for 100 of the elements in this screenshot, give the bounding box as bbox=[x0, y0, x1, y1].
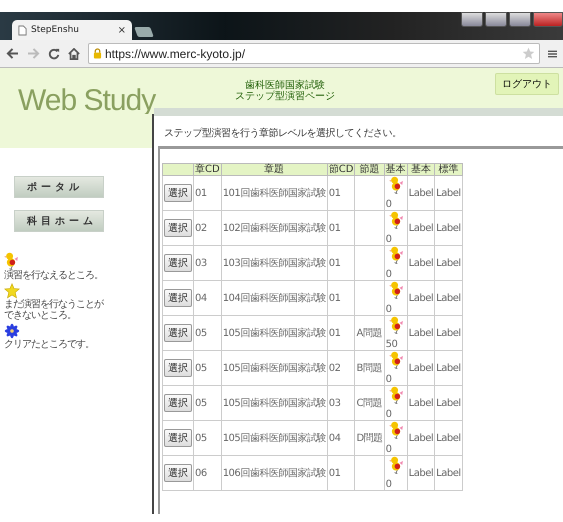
table-cell: Label bbox=[436, 292, 461, 304]
browser-tab[interactable]: StepEnshu × bbox=[12, 20, 132, 40]
chick-icon bbox=[388, 211, 403, 229]
score-value: 0 bbox=[386, 445, 392, 455]
score-value: 0 bbox=[386, 305, 392, 315]
back-icon[interactable] bbox=[6, 48, 19, 59]
table-cell: 01 bbox=[328, 188, 341, 198]
chick-icon bbox=[388, 456, 403, 474]
close-button[interactable] bbox=[533, 12, 563, 27]
table-cell: 05 bbox=[195, 432, 207, 444]
column-header: 基本 bbox=[386, 164, 406, 175]
column-header: 節CD bbox=[328, 164, 354, 175]
table-cell: Label bbox=[436, 188, 461, 198]
table-cell: 01 bbox=[195, 188, 207, 198]
table-cell: 105回歯科医師国家試験 bbox=[222, 363, 326, 374]
reload-icon[interactable] bbox=[48, 48, 60, 60]
instruction-text: ステップ型演習を行う章節レベルを選択してください。 bbox=[164, 126, 402, 140]
column-header: 章CD bbox=[195, 164, 220, 175]
select-button[interactable]: 選択 bbox=[164, 184, 192, 202]
table-cell: 05 bbox=[195, 328, 207, 338]
chick-icon bbox=[388, 246, 403, 264]
tab-close-button[interactable]: × bbox=[118, 24, 126, 36]
new-tab-button[interactable] bbox=[134, 27, 154, 37]
column-header: 基本 bbox=[410, 164, 431, 175]
tab-title: StepEnshu bbox=[31, 25, 80, 35]
column-header: 標準 bbox=[438, 164, 458, 175]
table-cell: Label bbox=[408, 292, 434, 304]
chick-icon bbox=[388, 176, 403, 194]
select-button[interactable]: 選択 bbox=[164, 464, 192, 482]
select-button[interactable]: 選択 bbox=[164, 324, 192, 342]
table-cell: Label bbox=[408, 398, 434, 408]
page-title: ステップ型演習ページ bbox=[235, 91, 336, 102]
table-cell: 03 bbox=[328, 398, 341, 408]
maximize-button[interactable] bbox=[509, 12, 531, 27]
chick-icon bbox=[388, 351, 403, 369]
site-logo: Web Study bbox=[18, 86, 156, 116]
score-value: 0 bbox=[386, 200, 392, 210]
score-value: 0 bbox=[386, 480, 392, 490]
table-cell: Label bbox=[436, 258, 461, 268]
table-cell: 01 bbox=[328, 468, 341, 478]
table-cell: 105回歯科医師国家試験 bbox=[222, 433, 326, 444]
chick-icon bbox=[388, 421, 403, 439]
table-cell: Label bbox=[436, 468, 461, 478]
table-cell: 01 bbox=[328, 328, 341, 338]
chick-icon bbox=[388, 316, 403, 334]
table-cell: 01 bbox=[328, 292, 341, 304]
table-cell: Label bbox=[408, 328, 434, 338]
table-cell: D問題 bbox=[356, 433, 383, 444]
table-cell: Label bbox=[436, 328, 461, 338]
chick-icon bbox=[388, 281, 403, 299]
table-cell: 05 bbox=[195, 362, 207, 374]
lock-icon bbox=[93, 48, 102, 59]
home-icon[interactable] bbox=[68, 48, 80, 60]
table-cell: Label bbox=[408, 222, 434, 234]
star-icon bbox=[4, 283, 20, 299]
table-cell: 04 bbox=[328, 432, 341, 444]
select-button[interactable]: 選択 bbox=[164, 254, 192, 272]
select-button[interactable]: 選択 bbox=[164, 219, 192, 237]
table-cell: Label bbox=[408, 188, 434, 198]
table-cell: B問題 bbox=[356, 363, 382, 374]
address-bar[interactable]: https://www.merc-kyoto.jp/ bbox=[88, 43, 540, 64]
minimize-button[interactable] bbox=[485, 12, 507, 27]
score-value: 0 bbox=[386, 270, 392, 280]
select-button[interactable]: 選択 bbox=[164, 289, 192, 307]
user-button[interactable] bbox=[461, 12, 483, 27]
table-cell: 02 bbox=[195, 222, 207, 234]
table-cell: Label bbox=[436, 432, 461, 444]
score-value: 0 bbox=[386, 235, 392, 245]
table-cell: Label bbox=[408, 362, 434, 374]
table-cell: 104回歯科医師国家試験 bbox=[222, 293, 326, 304]
legend-text: 演習を行なえるところ。 bbox=[4, 270, 104, 281]
table-cell: 105回歯科医師国家試験 bbox=[222, 328, 326, 339]
score-value: 50 bbox=[386, 340, 398, 350]
select-button[interactable]: 選択 bbox=[164, 359, 192, 377]
star-icon[interactable] bbox=[522, 47, 535, 60]
table-cell: Label bbox=[436, 398, 461, 408]
table-cell: 02 bbox=[328, 362, 341, 374]
column-header: 章題 bbox=[264, 164, 284, 175]
select-button[interactable]: 選択 bbox=[164, 429, 192, 447]
logout-button[interactable]: ログアウト bbox=[495, 73, 559, 95]
menu-icon[interactable] bbox=[548, 48, 557, 58]
sidebar-nav-button[interactable]: ポータル bbox=[14, 176, 104, 198]
table-cell: Label bbox=[436, 222, 461, 234]
table-cell: 05 bbox=[195, 398, 207, 408]
chick-icon bbox=[4, 252, 18, 270]
legend-text: クリアたところです。 bbox=[4, 339, 95, 350]
score-value: 0 bbox=[386, 375, 392, 385]
page-icon bbox=[18, 24, 27, 36]
table-cell: A問題 bbox=[356, 328, 382, 339]
table-cell: 03 bbox=[195, 258, 207, 268]
page-title: 歯科医師国家試験 bbox=[245, 80, 326, 91]
table-cell: 105回歯科医師国家試験 bbox=[222, 398, 326, 409]
table-cell: 04 bbox=[195, 292, 207, 304]
table-cell: Label bbox=[408, 468, 434, 478]
select-button[interactable]: 選択 bbox=[164, 394, 192, 412]
table-cell: 102回歯科医師国家試験 bbox=[222, 223, 326, 234]
sidebar-nav-button[interactable]: 科目ホーム bbox=[14, 210, 104, 232]
flower-icon bbox=[4, 323, 20, 339]
table-cell: Label bbox=[408, 258, 434, 268]
table-cell: 106回歯科医師国家試験 bbox=[222, 468, 326, 479]
